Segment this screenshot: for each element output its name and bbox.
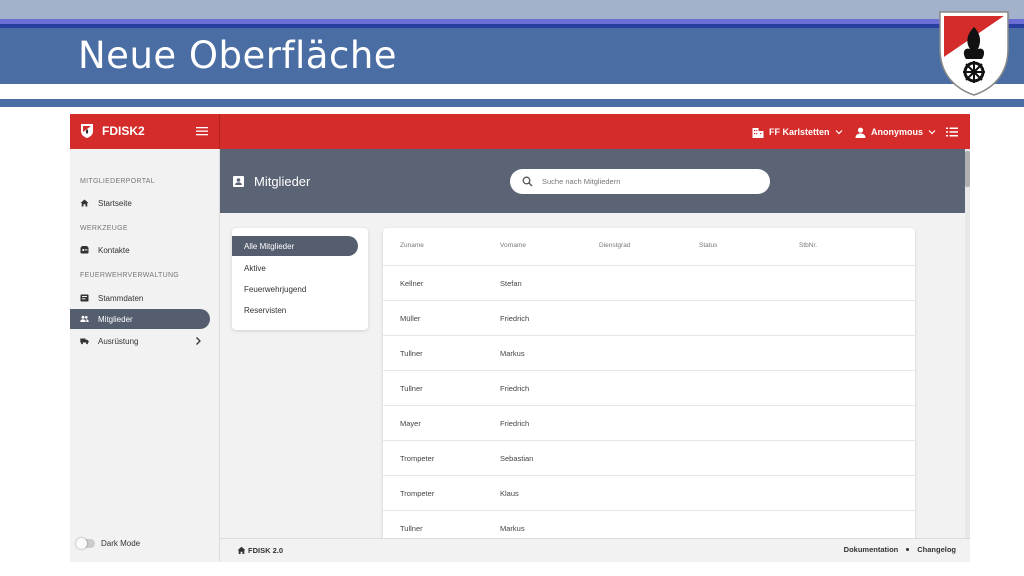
cell-vorname: Sebastian xyxy=(500,454,534,463)
table-row[interactable]: Trompeter Klaus xyxy=(383,476,915,511)
page-header: Mitglieder xyxy=(220,149,965,213)
brand-name: FDISK2 xyxy=(102,124,145,138)
cell-vorname: Stefan xyxy=(500,279,522,288)
sidebar-item-label: Stammdaten xyxy=(98,294,144,303)
filter-feuerwehrjugend[interactable]: Feuerwehrjugend xyxy=(232,279,358,299)
brand-logo-icon xyxy=(81,124,93,138)
dark-mode-label: Dark Mode xyxy=(101,539,141,548)
search-icon xyxy=(522,176,533,187)
members-table: Zuname Vorname Dienstgrad Status StbNr. … xyxy=(383,228,915,548)
cell-zuname: Trompeter xyxy=(400,454,435,463)
building-icon xyxy=(752,127,764,138)
filter-label: Reservisten xyxy=(244,306,287,315)
user-name: Anonymous xyxy=(871,127,924,137)
cell-vorname: Markus xyxy=(500,524,525,533)
slide-title: Neue Oberfläche xyxy=(78,34,398,77)
scrollbar-thumb[interactable] xyxy=(965,151,970,187)
cell-zuname: Müller xyxy=(400,314,421,323)
brand-area[interactable]: FDISK2 xyxy=(70,114,220,149)
cell-zuname: Tullner xyxy=(400,524,423,533)
filter-label: Feuerwehrjugend xyxy=(244,285,307,294)
column-header-status[interactable]: Status xyxy=(699,242,717,249)
sidebar-item-stammdaten[interactable]: Stammdaten xyxy=(70,288,210,308)
truck-icon xyxy=(80,338,89,345)
sidebar-section-label: MITGLIEDERPORTAL xyxy=(80,178,155,185)
table-row[interactable]: Tullner Markus xyxy=(383,336,915,371)
page-scrollbar[interactable] xyxy=(965,149,970,544)
cell-vorname: Friedrich xyxy=(500,384,530,393)
sidebar-item-label: Startseite xyxy=(98,199,132,208)
column-header-zuname[interactable]: Zuname xyxy=(400,242,424,249)
filter-aktive[interactable]: Aktive xyxy=(232,258,358,278)
chevron-down-icon xyxy=(928,130,936,135)
sidebar-item-kontakte[interactable]: Kontakte xyxy=(70,240,210,260)
cell-vorname: Klaus xyxy=(500,489,519,498)
page-title: Mitglieder xyxy=(254,174,311,189)
dark-mode-toggle[interactable]: Dark Mode xyxy=(76,538,141,549)
table-row[interactable]: Tullner Friedrich xyxy=(383,371,915,406)
table-header: Zuname Vorname Dienstgrad Status StbNr. xyxy=(383,228,915,266)
organization-name: FF Karlstetten xyxy=(769,127,830,137)
cell-vorname: Friedrich xyxy=(500,314,530,323)
sidebar-item-label: Ausrüstung xyxy=(98,337,139,346)
list-menu-icon[interactable] xyxy=(946,126,958,138)
toggle-switch[interactable] xyxy=(76,538,95,549)
chevron-down-icon xyxy=(835,130,842,135)
member-filter-list: Alle Mitglieder Aktive Feuerwehrjugend R… xyxy=(232,228,368,330)
sidebar-item-startseite[interactable]: Startseite xyxy=(70,193,210,213)
slide-top-band xyxy=(0,0,1024,19)
organization-selector[interactable]: FF Karlstetten xyxy=(752,125,843,139)
cell-zuname: Tullner xyxy=(400,349,423,358)
user-menu[interactable]: Anonymous xyxy=(855,125,936,139)
cell-vorname: Markus xyxy=(500,349,525,358)
hamburger-menu-icon[interactable] xyxy=(196,125,208,137)
app-footer: FDISK 2.0 Dokumentation Changelog xyxy=(220,538,970,562)
changelog-link[interactable]: Changelog xyxy=(917,545,956,554)
table-row[interactable]: Mayer Friedrich xyxy=(383,406,915,441)
fire-brigade-crest-icon xyxy=(939,11,1009,96)
sidebar-item-mitglieder[interactable]: Mitglieder xyxy=(70,309,210,329)
search-box[interactable] xyxy=(510,169,770,194)
filter-label: Alle Mitglieder xyxy=(244,242,295,251)
home-icon xyxy=(237,546,246,554)
app-screenshot: FDISK2 FF Karlstetten Anonymous MITGLIED… xyxy=(70,114,970,562)
footer-links: Dokumentation Changelog xyxy=(844,545,956,554)
table-row[interactable]: Kellner Stefan xyxy=(383,266,915,301)
people-icon xyxy=(80,315,89,322)
search-input[interactable] xyxy=(540,174,760,189)
column-header-dienstgrad[interactable]: Dienstgrad xyxy=(599,242,630,249)
user-icon xyxy=(855,127,866,138)
contacts-icon xyxy=(80,246,89,254)
table-row[interactable]: Müller Friedrich xyxy=(383,301,915,336)
sidebar-item-label: Mitglieder xyxy=(98,315,133,324)
sidebar-item-label: Kontakte xyxy=(98,246,130,255)
sidebar-item-ausruestung[interactable]: Ausrüstung xyxy=(70,331,210,351)
filter-label: Aktive xyxy=(244,264,266,273)
member-card-icon xyxy=(233,176,244,187)
table-row[interactable]: Trompeter Sebastian xyxy=(383,441,915,476)
sidebar-section-label: FEUERWEHRVERWALTUNG xyxy=(80,272,180,279)
cell-zuname: Tullner xyxy=(400,384,423,393)
documentation-link[interactable]: Dokumentation xyxy=(844,545,899,554)
chevron-right-icon[interactable] xyxy=(194,336,202,346)
column-header-vorname[interactable]: Vorname xyxy=(500,242,526,249)
slide-bottom-band xyxy=(0,99,1024,107)
cell-vorname: Friedrich xyxy=(500,419,530,428)
sidebar: MITGLIEDERPORTAL Startseite WERKZEUGE Ko… xyxy=(70,149,220,562)
app-version: FDISK 2.0 xyxy=(248,546,284,555)
sidebar-section-label: WERKZEUGE xyxy=(80,225,128,232)
cell-zuname: Trompeter xyxy=(400,489,435,498)
separator-dot xyxy=(906,548,910,551)
column-header-stbnr[interactable]: StbNr. xyxy=(799,242,817,249)
cell-zuname: Mayer xyxy=(400,419,421,428)
filter-reservisten[interactable]: Reservisten xyxy=(232,300,358,320)
cell-zuname: Kellner xyxy=(400,279,424,288)
home-icon xyxy=(80,199,89,207)
database-icon xyxy=(80,294,89,302)
filter-alle-mitglieder[interactable]: Alle Mitglieder xyxy=(232,236,358,256)
